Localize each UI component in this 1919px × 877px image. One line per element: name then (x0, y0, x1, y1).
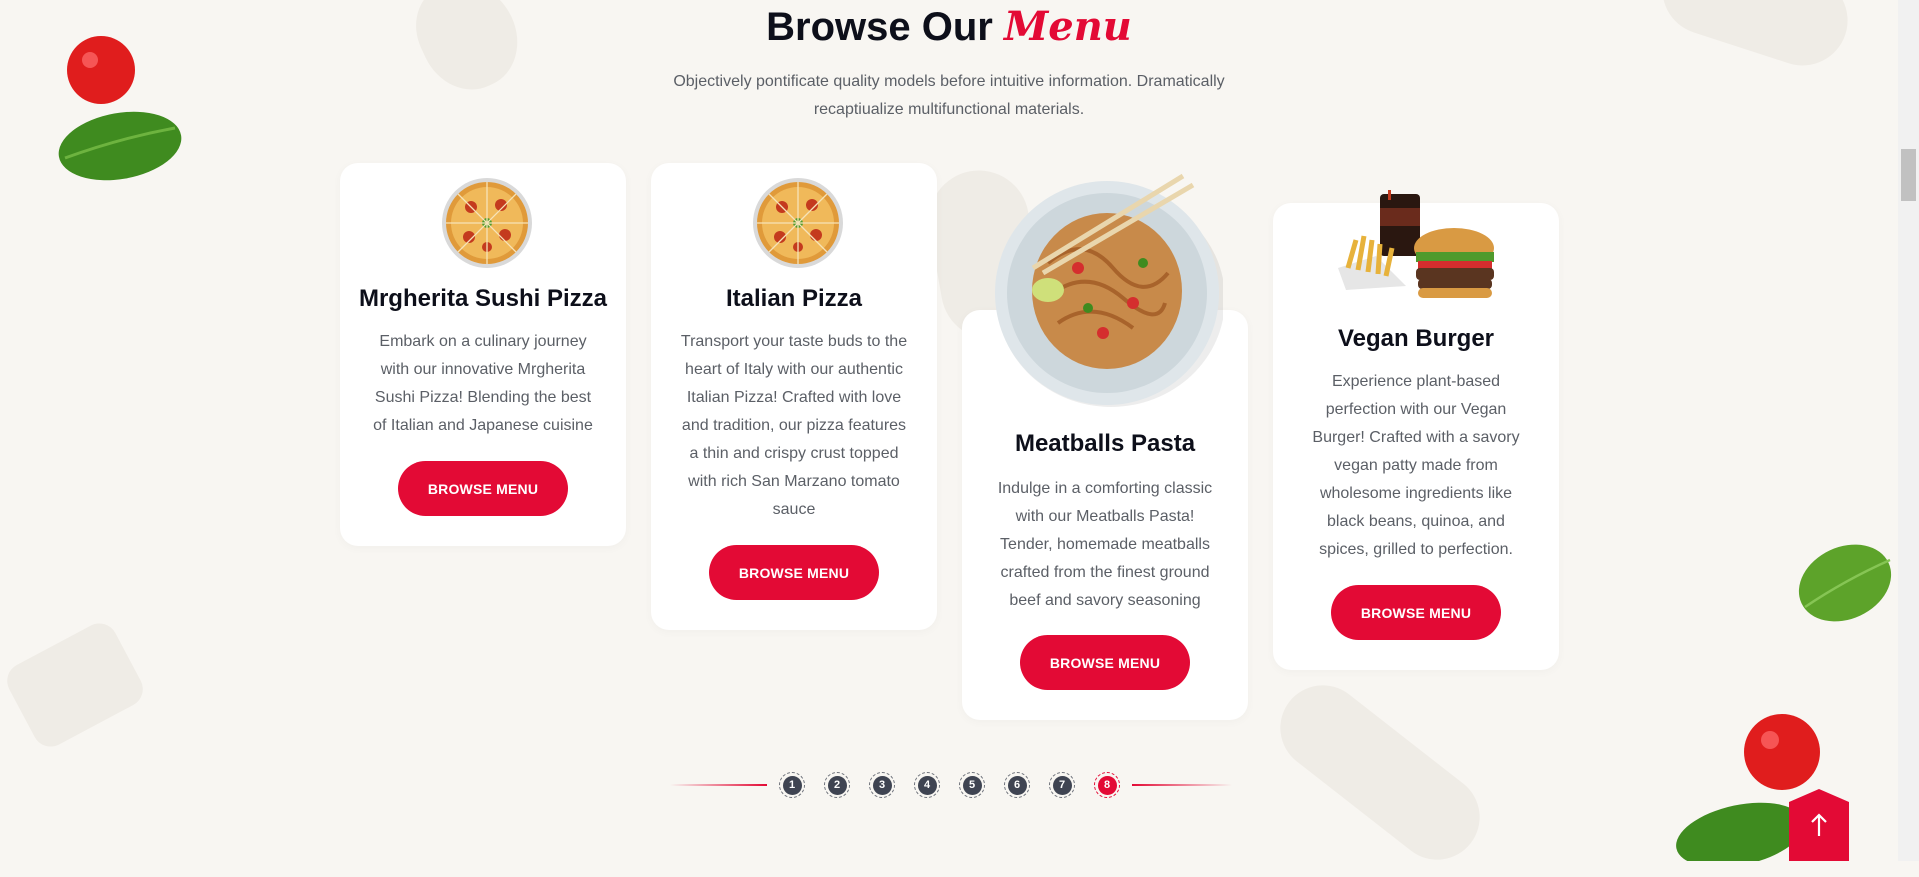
section-title-accent: Menu (1003, 3, 1132, 50)
card-title: Vegan Burger (1337, 325, 1495, 352)
menu-card: Vegan Burger Experience plant-based perf… (1273, 190, 1559, 670)
section-title: Browse Our Menu (0, 2, 1898, 52)
card-description: Transport your taste buds to the heart o… (680, 333, 908, 518)
pagination-dot-1[interactable]: 1 (779, 772, 805, 798)
bg-cup-shape (0, 617, 150, 753)
scrollbar-thumb[interactable] (1901, 149, 1916, 201)
browse-menu-button[interactable]: BROWSE MENU (1020, 635, 1190, 690)
browse-menu-button[interactable]: BROWSE MENU (1331, 585, 1501, 640)
basil-leaf-right-icon (1798, 544, 1892, 622)
pagination-dot-3[interactable]: 3 (869, 772, 895, 798)
pagination-dot-label: 2 (827, 775, 847, 795)
noodle-bowl-icon (995, 173, 1223, 407)
menu-card: Mrgherita Sushi Pizza Embark on a culina… (340, 163, 626, 546)
pagination-dot-6[interactable]: 6 (1004, 772, 1030, 798)
burger-combo-icon (1338, 190, 1494, 298)
pagination-dot-label: 4 (917, 775, 937, 795)
pizza-icon (753, 178, 843, 268)
pagination-dot-label: 5 (962, 775, 982, 795)
card-description: Embark on a culinary journey with our in… (373, 333, 593, 434)
pagination-dot-label: 1 (782, 775, 802, 795)
card-description: Experience plant-based perfection with o… (1312, 373, 1520, 558)
pagination-dot-4[interactable]: 4 (914, 772, 940, 798)
browse-menu-button[interactable]: BROWSE MENU (709, 545, 879, 600)
pagination-dot-label: 7 (1052, 775, 1072, 795)
pagination-dot-8[interactable]: 8 (1094, 772, 1120, 798)
pagination-line-right (1132, 784, 1232, 786)
pizza-icon (442, 178, 532, 268)
section-subtitle: Objectively pontificate quality models b… (673, 73, 1225, 118)
pagination-dot-7[interactable]: 7 (1049, 772, 1075, 798)
card-title: Meatballs Pasta (1014, 430, 1196, 457)
card-description: Indulge in a comforting classic with our… (997, 480, 1213, 609)
pagination-dot-label: 3 (872, 775, 892, 795)
card-title: Mrgherita Sushi Pizza (358, 285, 608, 312)
scrollbar-track[interactable] (1898, 0, 1919, 861)
bg-hotdog-shape-2 (1263, 668, 1497, 877)
pagination-line-left (670, 784, 767, 786)
pagination-dot-label: 8 (1097, 775, 1117, 795)
pagination-dot-2[interactable]: 2 (824, 772, 850, 798)
scroll-to-top-button[interactable] (1789, 789, 1849, 861)
tomato-basil-left-icon (58, 36, 182, 181)
pagination-dot-5[interactable]: 5 (959, 772, 985, 798)
card-title: Italian Pizza (725, 285, 863, 312)
menu-card: Italian Pizza Transport your taste buds … (651, 163, 937, 630)
arrow-up-icon (1811, 813, 1827, 836)
browse-menu-button[interactable]: BROWSE MENU (398, 461, 568, 516)
pagination-dot-label: 6 (1007, 775, 1027, 795)
section-title-main: Browse Our (766, 5, 993, 49)
